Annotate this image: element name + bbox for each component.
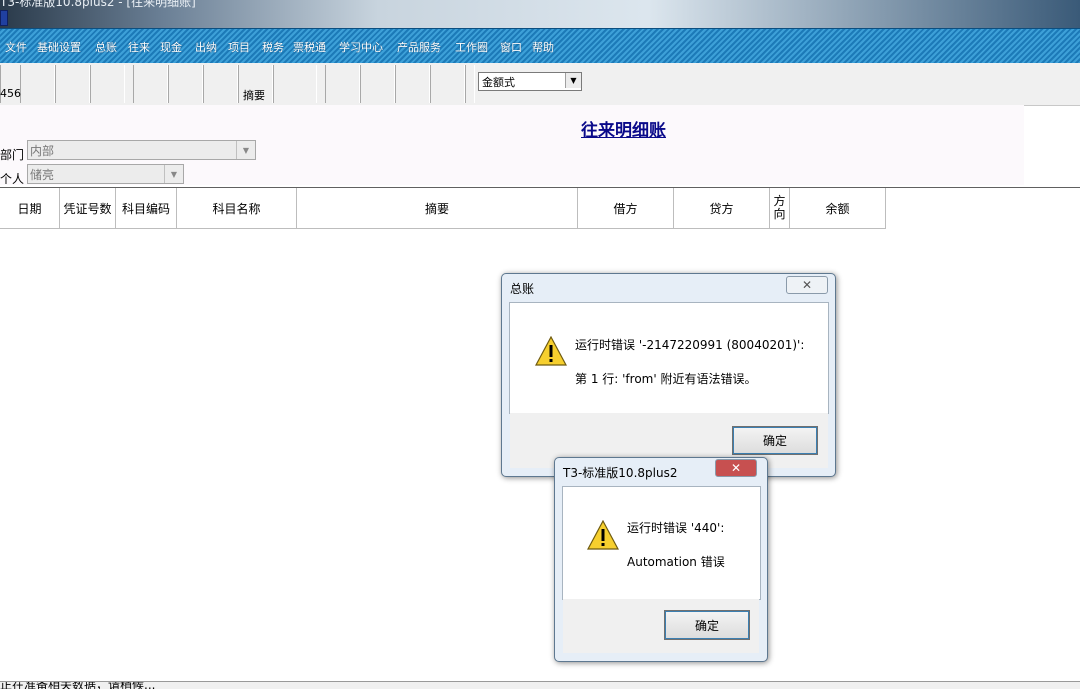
menu-window[interactable]: 窗口 [500,39,522,55]
menu-cashier[interactable]: 出纳 [195,39,217,55]
column-direction[interactable]: 方向 [770,188,790,229]
menu-receivables[interactable]: 往来 [128,39,150,55]
error-message-line2: 第 1 行: 'from' 附近有语法错误。 [575,372,757,386]
format-select[interactable]: 金额式 ▼ [478,72,582,91]
column-account-code[interactable]: 科目编码 [116,188,177,229]
window-title: T3-标准版10.8plus2 - [往来明细账] [0,0,196,9]
toolbar-separator [465,65,475,103]
department-value: 内部 [30,144,55,158]
toolbar-button[interactable] [430,65,465,103]
menu-basic-settings[interactable]: 基础设置 [37,39,81,55]
toolbar-button[interactable] [168,65,203,103]
menu-invoice-tax[interactable]: 票税通 [293,39,326,55]
format-select-value: 金额式 [482,76,515,89]
menu-cash[interactable]: 现金 [160,39,182,55]
toolbar-button[interactable] [325,65,360,103]
app-icon [0,10,8,26]
column-summary[interactable]: 摘要 [297,188,578,229]
error-message-line1: 运行时错误 '-2147220991 (80040201)': [575,338,805,352]
menu-general-ledger[interactable]: 总账 [95,39,117,55]
warning-icon [535,336,567,366]
dialog-title: 总账 [510,282,535,296]
ok-button[interactable]: 确定 [664,610,750,640]
warning-icon [587,520,619,550]
menu-learning-center[interactable]: 学习中心 [339,39,383,55]
error-message-line1: 运行时错误 '440': [627,521,725,535]
person-combo[interactable]: 储亮 ▼ [27,164,184,184]
toolbar-button[interactable] [395,65,430,103]
close-icon[interactable]: ✕ [715,459,757,477]
menu-tax[interactable]: 税务 [262,39,284,55]
column-voucher-no[interactable]: 凭证号数 [60,188,116,229]
column-debit[interactable]: 借方 [578,188,674,229]
close-icon[interactable]: ✕ [786,276,828,294]
column-balance[interactable]: 余额 [790,188,886,229]
report-title: 往来明细账 [581,121,666,141]
toolbar-button[interactable] [55,65,90,103]
toolbar-button[interactable] [90,65,125,103]
dialog-message-area: 运行时错误 '-2147220991 (80040201)': 第 1 行: '… [509,302,829,414]
dialog-message-area: 运行时错误 '440': Automation 错误 [562,486,761,600]
ok-button[interactable]: 确定 [732,426,818,455]
toolbar-partial-label: 456 [0,87,21,100]
person-label: 个人 [0,172,25,186]
error-dialog-t3: T3-标准版10.8plus2 ✕ 运行时错误 '440': Automatio… [554,457,768,662]
toolbar-button[interactable] [273,65,317,103]
department-label: 部门 [0,148,25,162]
chevron-down-icon[interactable]: ▼ [236,141,255,159]
column-account-name[interactable]: 科目名称 [177,188,297,229]
dialog-footer: 确定 [563,599,759,653]
person-value: 储亮 [30,168,55,182]
chevron-down-icon[interactable]: ▼ [565,73,581,88]
error-dialog-general-ledger: 总账 ✕ 运行时错误 '-2147220991 (80040201)': 第 1… [501,273,836,477]
menu-work-circle[interactable]: 工作圈 [455,39,488,55]
department-combo[interactable]: 内部 ▼ [27,140,256,160]
column-credit[interactable]: 贷方 [674,188,770,229]
toolbar-summary-label: 摘要 [243,89,265,102]
toolbar-button[interactable] [360,65,395,103]
menu-file[interactable]: 文件 [5,39,27,55]
menu-project[interactable]: 项目 [228,39,250,55]
toolbar-button[interactable] [20,65,55,103]
toolbar: 456 摘要 金额式 ▼ [0,63,1080,106]
menu-help[interactable]: 帮助 [532,39,554,55]
menu-product-services[interactable]: 产品服务 [397,39,441,55]
menu-bar: 文件 基础设置 总账 往来 现金 出纳 项目 税务 票税通 学习中心 产品服务 … [0,28,1080,64]
chevron-down-icon[interactable]: ▼ [164,165,183,183]
toolbar-button[interactable] [203,65,238,103]
column-date[interactable]: 日期 [0,188,60,229]
window-title-bar: T3-标准版10.8plus2 - [往来明细账] [0,0,1080,28]
dialog-title: T3-标准版10.8plus2 [563,466,678,480]
error-message-line2: Automation 错误 [627,555,725,569]
toolbar-button[interactable] [133,65,168,103]
